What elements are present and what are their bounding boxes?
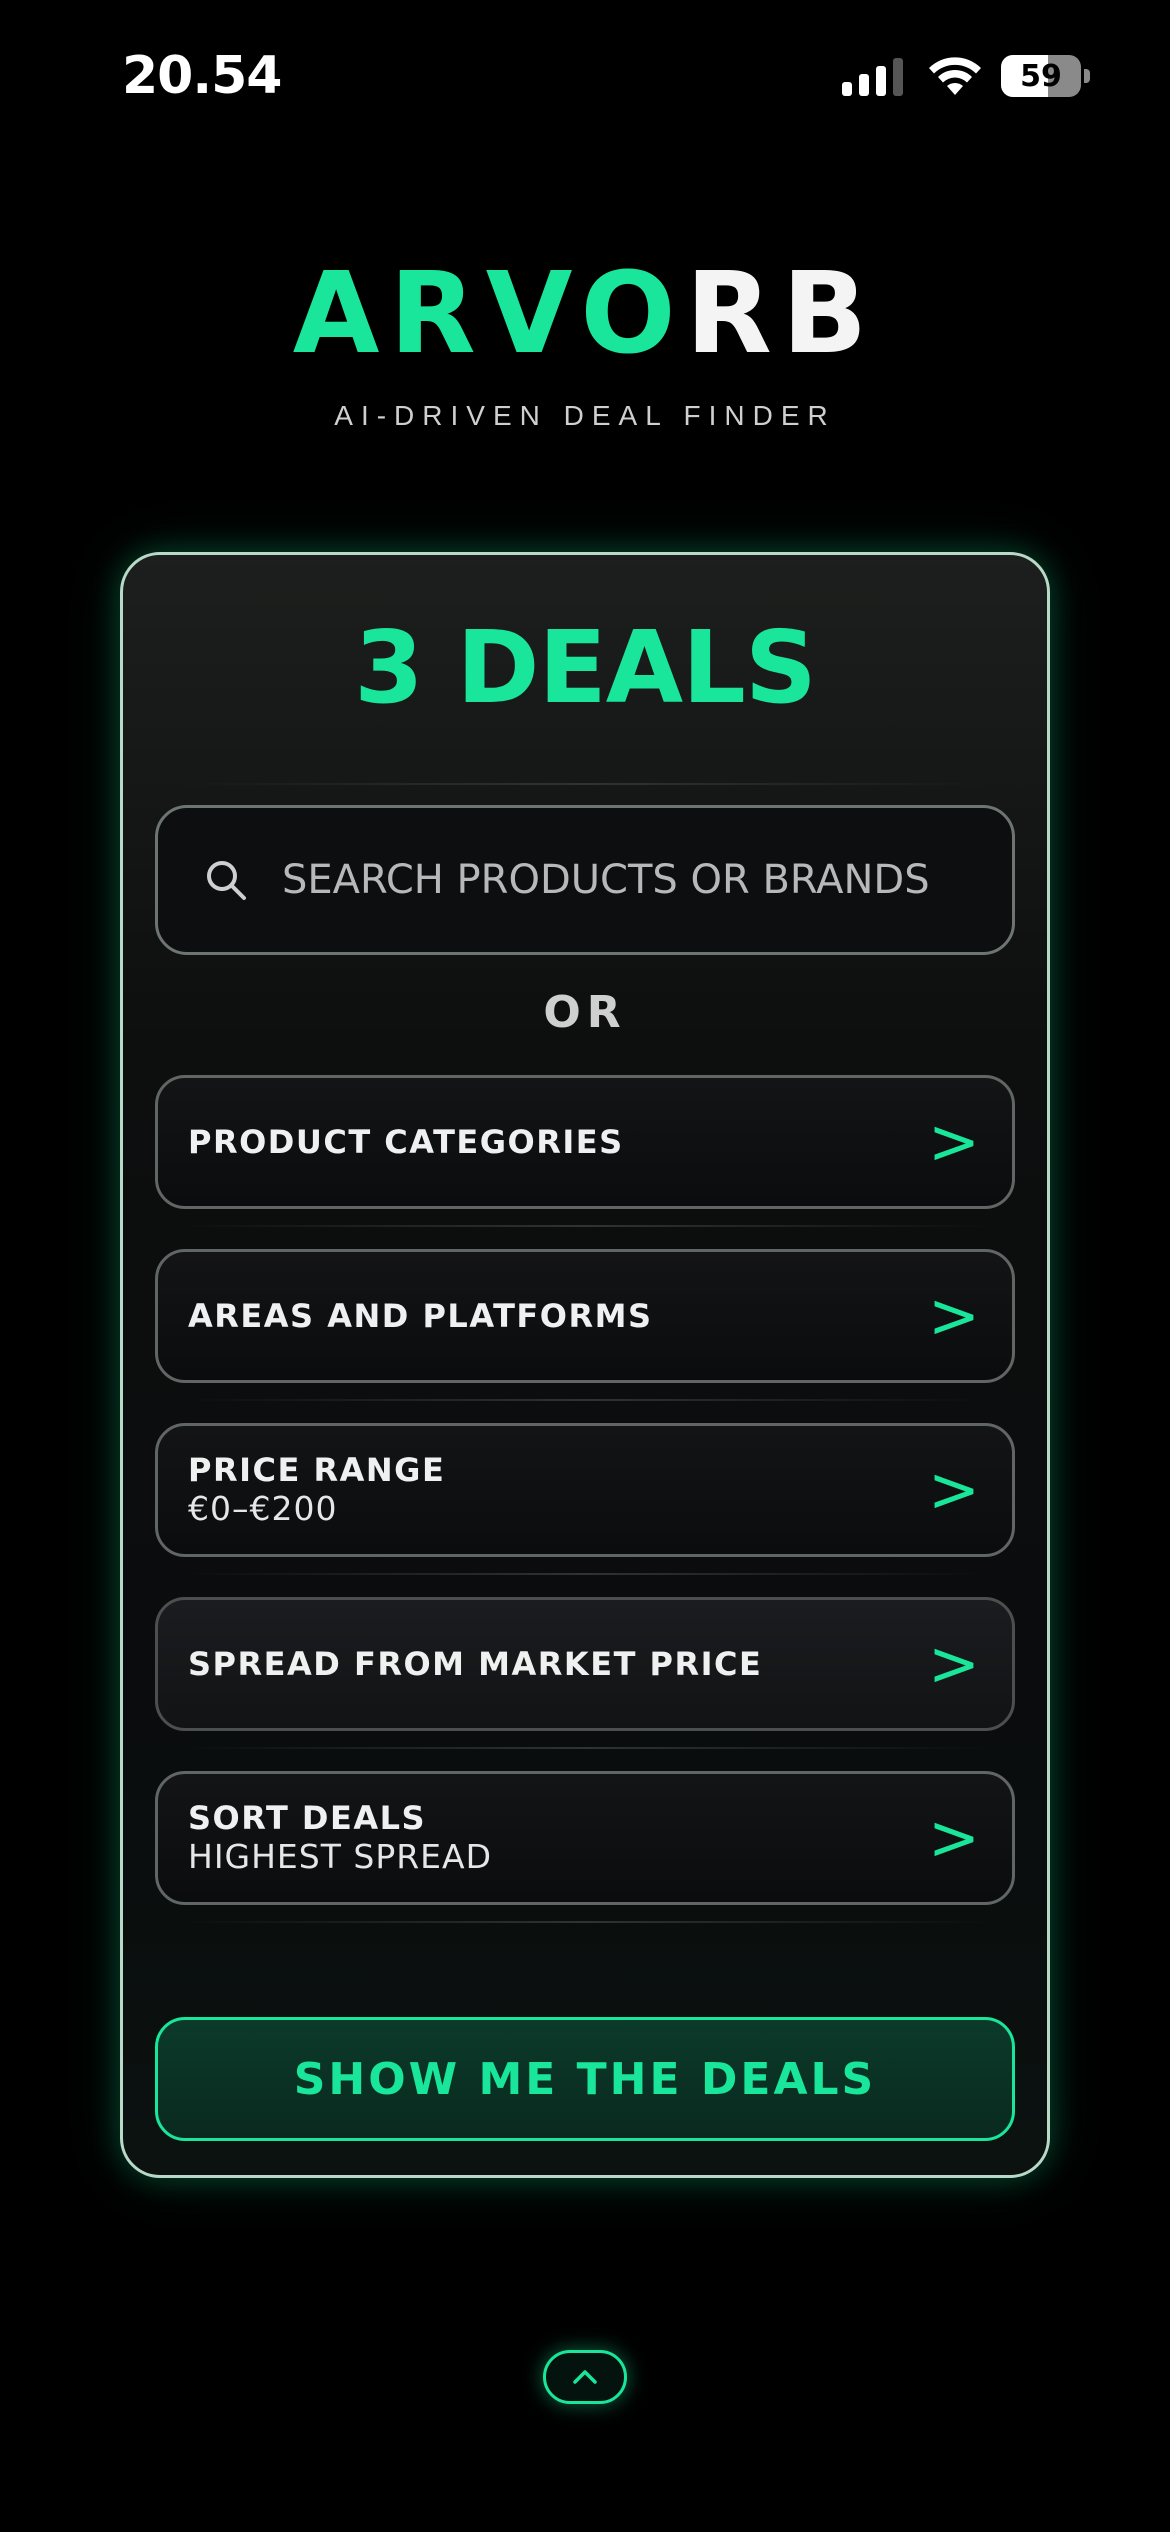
divider	[183, 1921, 987, 1923]
option-label: SORT DEALS	[188, 1799, 427, 1837]
search-field[interactable]	[155, 805, 1015, 955]
product-categories-button[interactable]: PRODUCT CATEGORIES >	[155, 1075, 1015, 1209]
chevron-up-icon	[573, 2370, 597, 2384]
sort-deals-value: HIGHEST SPREAD	[188, 1837, 492, 1877]
chevron-right-icon: >	[928, 1105, 980, 1178]
divider	[183, 783, 987, 785]
status-time: 20.54	[122, 46, 282, 106]
spread-from-market-price-button[interactable]: SPREAD FROM MARKET PRICE >	[155, 1597, 1015, 1731]
chevron-right-icon: >	[928, 1453, 980, 1526]
chevron-right-icon: >	[928, 1627, 980, 1700]
app-logo: ARVORB	[0, 258, 1170, 370]
option-label: PRICE RANGE	[188, 1451, 446, 1489]
deal-finder-card: 3 DEALS OR PRODUCT CATEGORIES > AREAS AN…	[120, 552, 1050, 2178]
divider	[183, 1747, 987, 1749]
option-label: PRODUCT CATEGORIES	[188, 1122, 624, 1161]
search-icon	[207, 861, 246, 900]
or-separator: OR	[543, 987, 627, 1038]
battery-nub	[1084, 69, 1090, 83]
option-label: AREAS AND PLATFORMS	[188, 1296, 653, 1335]
areas-and-platforms-button[interactable]: AREAS AND PLATFORMS >	[155, 1249, 1015, 1383]
logo-part-green: ARVO	[292, 249, 686, 379]
divider	[183, 1225, 987, 1227]
expand-handle-button[interactable]	[543, 2350, 627, 2404]
divider	[183, 1573, 987, 1575]
app-screen: 20.54 59 ARVORB AI-DRIVEN DEAL FINDER 3 …	[0, 0, 1170, 2532]
logo-part-white: RB	[685, 249, 878, 379]
cellular-signal-icon	[842, 56, 903, 96]
option-label: SPREAD FROM MARKET PRICE	[188, 1644, 763, 1683]
search-input[interactable]	[282, 857, 982, 903]
sort-deals-button[interactable]: SORT DEALS HIGHEST SPREAD >	[155, 1771, 1015, 1905]
price-range-value: €0–€200	[188, 1489, 338, 1529]
battery-icon: 59	[1001, 55, 1081, 97]
tagline: AI-DRIVEN DEAL FINDER	[334, 400, 836, 431]
divider	[183, 1399, 987, 1401]
wifi-icon	[929, 57, 981, 95]
chevron-right-icon: >	[928, 1801, 980, 1874]
chevron-right-icon: >	[928, 1279, 980, 1352]
deals-count: 3 DEALS	[354, 609, 817, 726]
status-indicators: 59	[842, 52, 1090, 100]
price-range-button[interactable]: PRICE RANGE €0–€200 >	[155, 1423, 1015, 1557]
battery-level: 59	[1020, 58, 1062, 94]
show-deals-button[interactable]: SHOW ME THE DEALS	[155, 2017, 1015, 2141]
